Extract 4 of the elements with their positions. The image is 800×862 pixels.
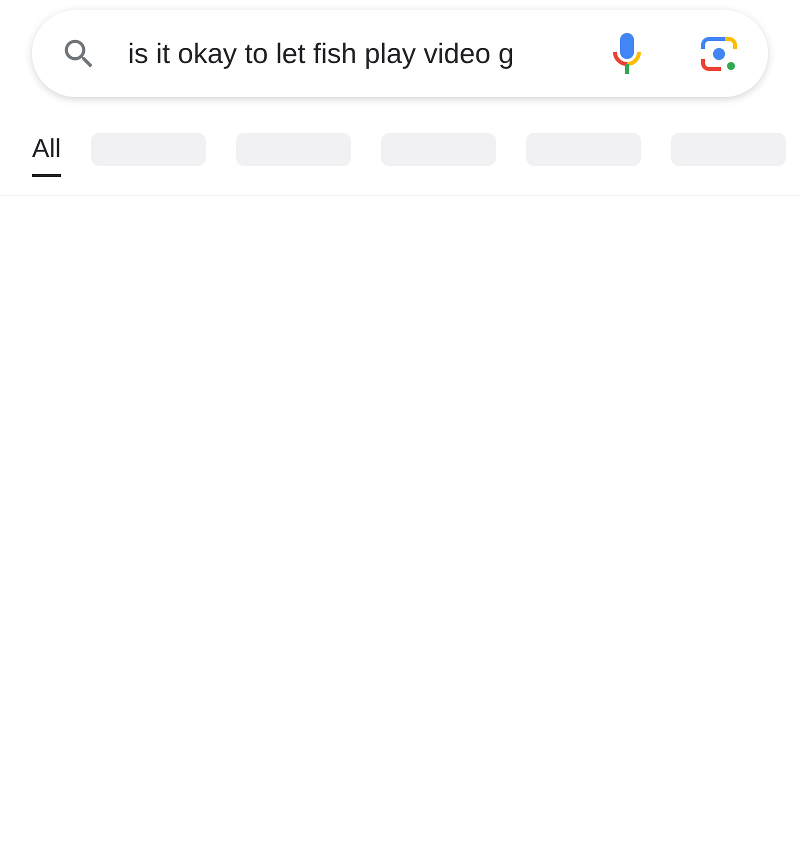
microphone-icon[interactable] <box>612 32 642 74</box>
search-field[interactable]: is it okay to let fish play video g <box>128 38 584 70</box>
camera-icon[interactable] <box>700 34 738 72</box>
tab[interactable]: All <box>32 133 61 177</box>
